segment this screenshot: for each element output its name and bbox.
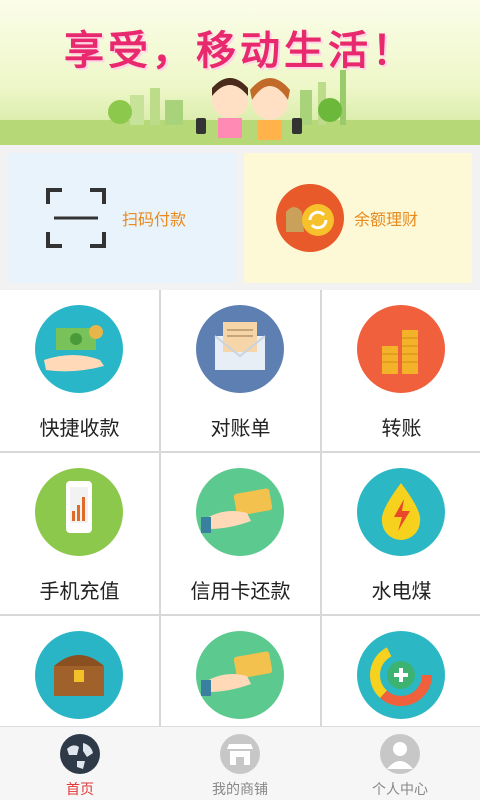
grid-item-quick-receive[interactable]: 快捷收款 — [0, 290, 159, 451]
water-bolt-icon — [357, 468, 445, 556]
grid-item-label: 转账 — [381, 416, 422, 440]
promo-banner[interactable]: 享受，移动生活！ — [0, 0, 480, 145]
coin-stack-icon — [357, 305, 445, 393]
pie-plus-icon — [357, 631, 445, 719]
tab-profile[interactable]: 个人中心 — [320, 727, 480, 801]
treasure-chest-icon — [35, 631, 123, 719]
bottom-tab-bar: 首页 我的商铺 个人中心 — [0, 726, 480, 800]
globe-icon — [60, 734, 100, 774]
quick-actions: 扫码付款 余额理财 — [0, 145, 480, 290]
card-hand-icon — [196, 631, 284, 719]
phone-chart-icon — [35, 468, 123, 556]
user-icon — [380, 734, 420, 774]
scan-pay-card[interactable]: 扫码付款 — [8, 153, 236, 283]
grid-item-transfer[interactable]: 转账 — [322, 290, 480, 451]
grid-item-mobile-topup[interactable]: 手机充值 — [0, 453, 159, 614]
scan-icon — [46, 188, 106, 248]
coin-bag-icon — [276, 184, 344, 252]
grid-item-treasure[interactable] — [0, 616, 159, 726]
grid-item-utilities[interactable]: 水电煤 — [322, 453, 480, 614]
grid-item-chart[interactable] — [322, 616, 480, 726]
store-icon — [220, 734, 260, 774]
grid-item-label: 信用卡还款 — [190, 579, 291, 603]
grid-item-label: 对账单 — [210, 416, 271, 440]
tab-label: 首页 — [66, 782, 94, 798]
hand-cash-icon — [35, 305, 123, 393]
grid-item-credit-card-repay[interactable]: 信用卡还款 — [161, 453, 320, 614]
balance-finance-card[interactable]: 余额理财 — [244, 153, 472, 283]
balance-finance-label: 余额理财 — [354, 210, 419, 229]
grid-item-card[interactable] — [161, 616, 320, 726]
tab-label: 我的商铺 — [212, 782, 268, 798]
grid-item-label: 手机充值 — [39, 579, 120, 603]
tab-home[interactable]: 首页 — [0, 727, 160, 801]
tab-my-store[interactable]: 我的商铺 — [160, 727, 320, 801]
scan-pay-label: 扫码付款 — [122, 210, 187, 229]
grid-item-statement[interactable]: 对账单 — [161, 290, 320, 451]
grid-item-label: 水电煤 — [371, 579, 432, 603]
grid-item-label: 快捷收款 — [39, 416, 120, 440]
card-payment-icon — [196, 468, 284, 556]
service-grid: 快捷收款 对账单 转账 手机充值 信用卡还款 水电煤 — [0, 290, 480, 726]
envelope-icon — [196, 305, 284, 393]
tab-label: 个人中心 — [372, 782, 428, 798]
banner-illustration — [0, 70, 480, 145]
